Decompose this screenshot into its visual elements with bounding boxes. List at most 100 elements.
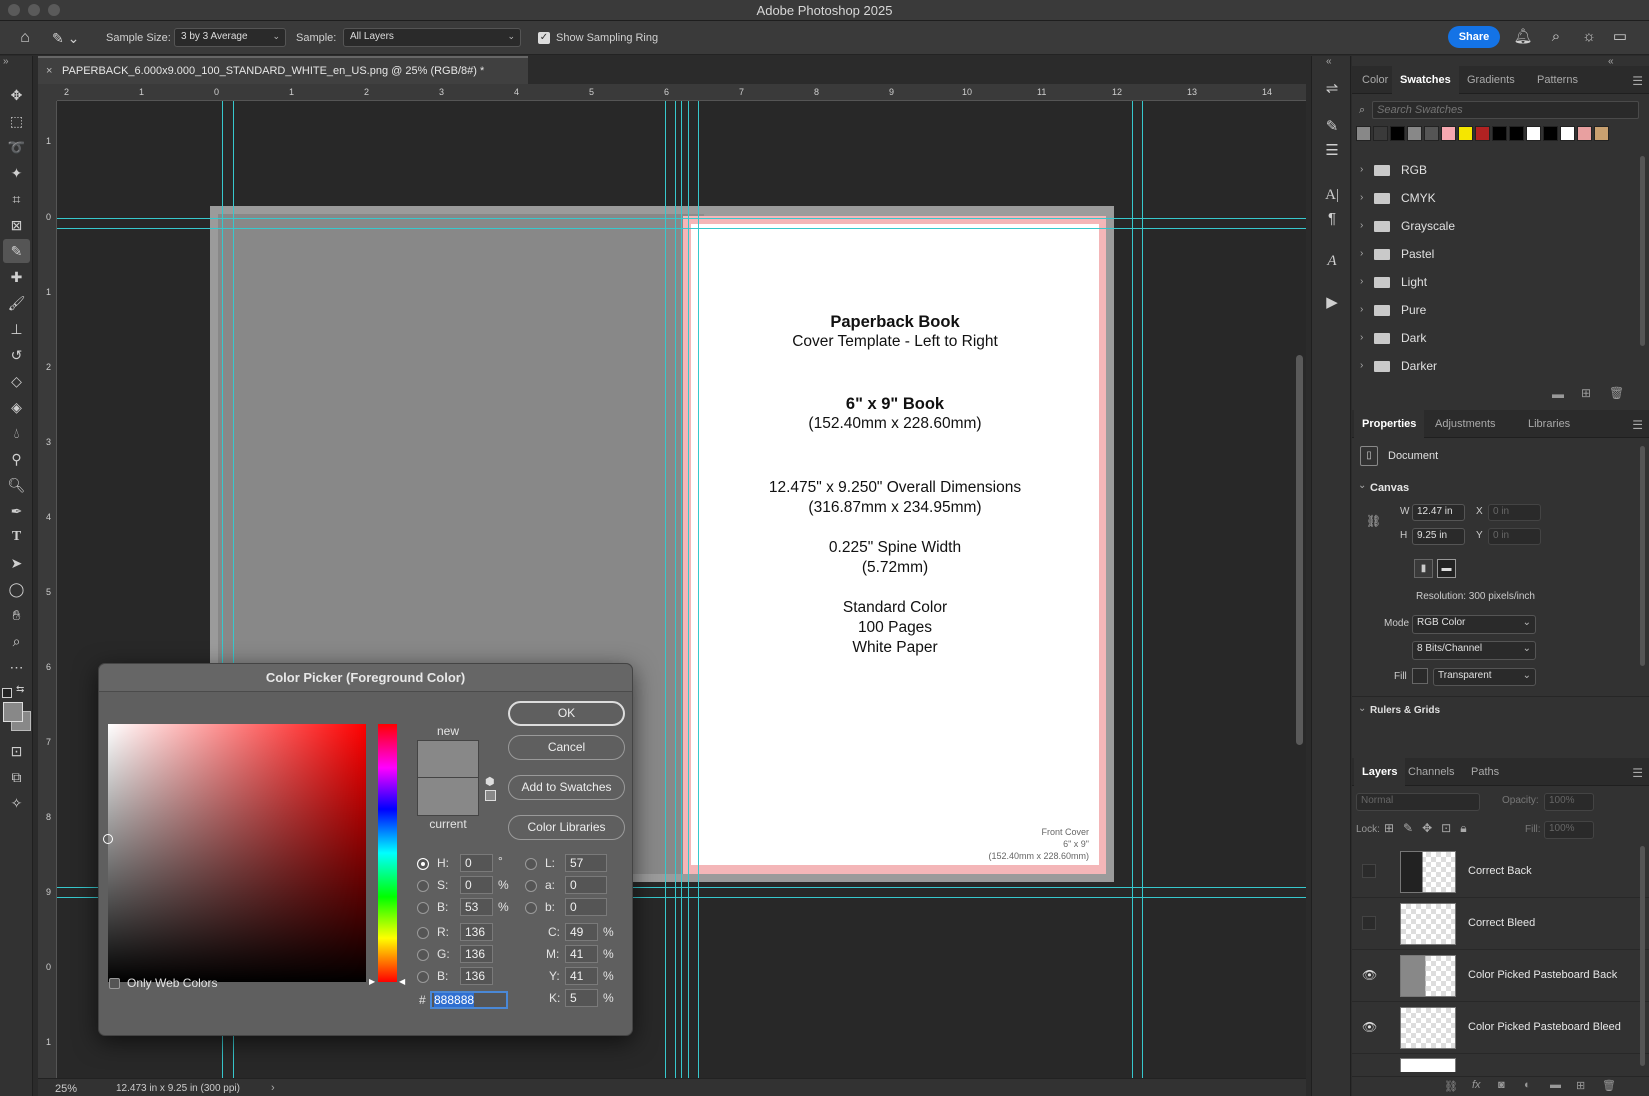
- vertical-scrollbar[interactable]: [1296, 355, 1303, 745]
- brightness-radio[interactable]: [417, 902, 429, 914]
- b-channel-field[interactable]: 0: [565, 898, 607, 916]
- opacity-field[interactable]: 100%: [1544, 793, 1594, 811]
- status-chevron-icon[interactable]: ›: [271, 1082, 275, 1094]
- width-field[interactable]: 12.47 in: [1412, 504, 1465, 521]
- color-libraries-button[interactable]: Color Libraries: [508, 815, 625, 840]
- zoom-level[interactable]: 25%: [55, 1083, 77, 1095]
- cancel-button[interactable]: Cancel: [508, 735, 625, 760]
- crop-tool-icon[interactable]: ⌗: [3, 187, 30, 211]
- marquee-tool-icon[interactable]: ⬚: [3, 109, 30, 133]
- swatch-group-grayscale[interactable]: › Grayscale: [1360, 212, 1640, 240]
- out-of-gamut-icon[interactable]: ⬢: [485, 775, 495, 788]
- x-field[interactable]: 0 in: [1488, 504, 1541, 521]
- layer-row[interactable]: Correct Back: [1352, 846, 1649, 898]
- adjustment-layer-icon[interactable]: ◐: [1524, 1079, 1531, 1091]
- green-field[interactable]: 136: [460, 945, 493, 963]
- rulers-grids-section[interactable]: Rulers & Grids: [1370, 705, 1440, 716]
- black-field[interactable]: 5: [565, 989, 598, 1007]
- guide-line[interactable]: [698, 101, 699, 1078]
- swatch-chip[interactable]: [1492, 126, 1507, 141]
- dialog-title[interactable]: Color Picker (Foreground Color): [99, 664, 632, 692]
- healing-brush-tool-icon[interactable]: ✚: [3, 265, 30, 289]
- layer-row[interactable]: 👁︎ Color Picked Pasteboard Bleed: [1352, 1002, 1649, 1054]
- close-tab-icon[interactable]: ×: [46, 58, 52, 84]
- ruler-origin[interactable]: [38, 84, 57, 101]
- swatch-chip[interactable]: [1594, 126, 1609, 141]
- pen-tool-icon[interactable]: ✒: [3, 499, 30, 523]
- default-colors-icon[interactable]: [2, 688, 12, 698]
- frame-tool-icon[interactable]: ⊠: [3, 213, 30, 237]
- swatch-chip[interactable]: [1543, 126, 1558, 141]
- eye-icon[interactable]: 👁︎: [1362, 1020, 1377, 1034]
- only-web-colors-checkbox[interactable]: [109, 978, 120, 989]
- show-sampling-ring-checkbox[interactable]: ✓: [538, 32, 550, 44]
- link-layers-icon[interactable]: ⛓︎: [1444, 1080, 1458, 1093]
- new-group-icon[interactable]: ▬: [1552, 387, 1564, 401]
- new-swatch-icon[interactable]: ⊞: [1581, 386, 1591, 400]
- tab-patterns[interactable]: Patterns: [1529, 66, 1586, 94]
- tab-channels[interactable]: Channels: [1400, 758, 1462, 786]
- glyphs-panel-icon[interactable]: A: [1320, 250, 1344, 272]
- blend-mode-select[interactable]: Normal: [1356, 793, 1480, 811]
- quick-select-tool-icon[interactable]: ✦: [3, 161, 30, 185]
- panel-menu-icon[interactable]: ☰: [1632, 766, 1643, 780]
- home-icon[interactable]: ⌂: [14, 27, 36, 49]
- tab-swatches[interactable]: Swatches: [1392, 66, 1459, 94]
- landscape-orientation-icon[interactable]: ▬: [1437, 559, 1456, 578]
- panel-menu-icon[interactable]: ☰: [1632, 74, 1643, 88]
- chevron-down-icon[interactable]: ⌄: [1358, 480, 1366, 491]
- portrait-orientation-icon[interactable]: ▮: [1414, 559, 1433, 578]
- history-brush-tool-icon[interactable]: ↺: [3, 343, 30, 367]
- canvas-section-title[interactable]: Canvas: [1370, 482, 1409, 494]
- foreground-color-swatch[interactable]: [3, 702, 23, 722]
- properties-scrollbar[interactable]: [1640, 446, 1645, 666]
- trash-icon[interactable]: 🗑︎: [1602, 1079, 1616, 1092]
- a-channel-radio[interactable]: [525, 880, 537, 892]
- blur-tool-icon[interactable]: 💧︎: [3, 421, 30, 445]
- hue-field[interactable]: 0: [460, 854, 493, 872]
- tab-layers[interactable]: Layers: [1354, 758, 1406, 786]
- red-radio[interactable]: [417, 927, 429, 939]
- swatches-scrollbar[interactable]: [1640, 156, 1645, 346]
- ok-button[interactable]: OK: [508, 701, 625, 726]
- eyedropper-tool-icon[interactable]: ✎: [3, 239, 30, 263]
- collapse-icon[interactable]: »: [3, 56, 30, 70]
- swatch-group-dark[interactable]: › Dark: [1360, 324, 1640, 352]
- screen-mode-icon[interactable]: ⧉: [3, 765, 30, 789]
- swatch-group-light[interactable]: › Light: [1360, 268, 1640, 296]
- tab-paths[interactable]: Paths: [1463, 758, 1507, 786]
- visibility-toggle[interactable]: [1362, 916, 1376, 930]
- bit-depth-select[interactable]: 8 Bits/Channel ⌄: [1412, 641, 1536, 660]
- document-tab[interactable]: × PAPERBACK_6.000x9.000_100_STANDARD_WHI…: [38, 56, 528, 84]
- red-field[interactable]: 136: [460, 923, 493, 941]
- saturation-radio[interactable]: [417, 880, 429, 892]
- blue-radio[interactable]: [417, 971, 429, 983]
- guide-line[interactable]: [681, 101, 682, 1078]
- hue-slider-left-arrow[interactable]: ▶: [369, 977, 375, 986]
- guide-line[interactable]: [57, 218, 1306, 219]
- swatch-chip[interactable]: [1390, 126, 1405, 141]
- guide-line[interactable]: [1132, 101, 1133, 1078]
- a-channel-field[interactable]: 0: [565, 876, 607, 894]
- sample-select[interactable]: All Layers ⌄: [343, 28, 521, 47]
- fill-swatch[interactable]: [1412, 668, 1428, 684]
- swatch-group-pure[interactable]: › Pure: [1360, 296, 1640, 324]
- paint-bucket-tool-icon[interactable]: ◈: [3, 395, 30, 419]
- color-field-marker[interactable]: [103, 834, 113, 844]
- swatch-chip[interactable]: [1373, 126, 1388, 141]
- search-icon[interactable]: ⌕: [1545, 26, 1567, 48]
- more-tools-icon[interactable]: ⋯: [3, 655, 30, 679]
- green-radio[interactable]: [417, 949, 429, 961]
- swatch-group-pastel[interactable]: › Pastel: [1360, 240, 1640, 268]
- swap-colors-icon[interactable]: ⇆: [16, 684, 24, 695]
- path-select-tool-icon[interactable]: ➤: [3, 551, 30, 575]
- layer-mask-icon[interactable]: ◙: [1498, 1079, 1505, 1091]
- swatch-chip[interactable]: [1356, 126, 1371, 141]
- tab-color[interactable]: Color: [1354, 66, 1396, 94]
- yellow-field[interactable]: 41: [565, 967, 598, 985]
- type-tool-icon[interactable]: T: [3, 525, 30, 549]
- height-field[interactable]: 9.25 in: [1412, 528, 1465, 545]
- layer-row-partial[interactable]: [1352, 1054, 1649, 1072]
- brightness-field[interactable]: 53: [460, 898, 493, 916]
- hue-slider[interactable]: [378, 724, 397, 982]
